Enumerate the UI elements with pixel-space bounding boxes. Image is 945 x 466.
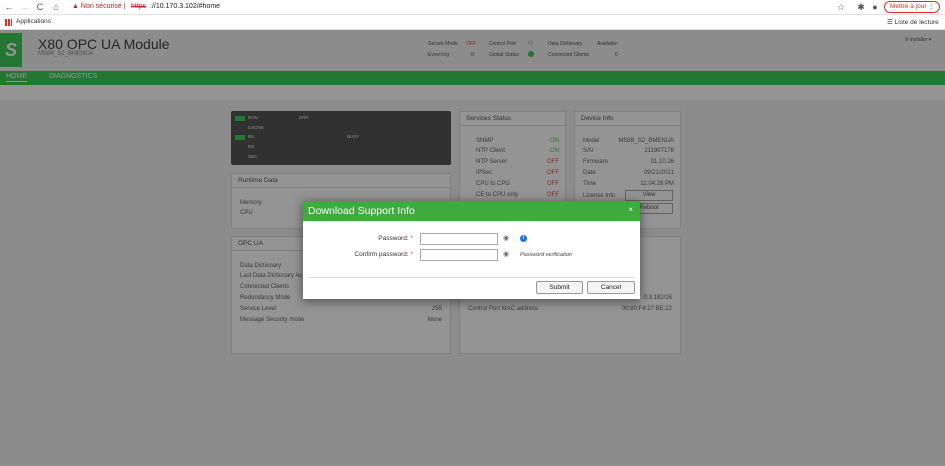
back-icon[interactable]: ← [4,2,14,12]
submit-button[interactable]: Submit [536,281,583,294]
bookmark-applications[interactable]: Applications [16,18,51,25]
dialog-header: Download Support Info × [303,201,640,221]
reload-icon[interactable]: C [35,2,45,12]
required-mark: * [410,235,413,242]
confirm-password-label: Confirm password: * [303,251,413,258]
update-button-label: Mettre à jour [890,3,927,10]
star-icon[interactable]: ☆ [836,2,846,12]
update-button[interactable]: Mettre à jour ⋮ [884,1,940,13]
dialog-divider [308,277,635,278]
security-warning-text: Non sécurisé [80,3,122,10]
warning-icon: ▲ [72,3,79,10]
show-confirm-eye-icon[interactable]: ◉ [503,250,509,258]
dialog-title: Download Support Info [308,205,415,217]
password-input[interactable] [420,233,498,245]
reading-list-label: Liste de lecture [894,19,939,26]
reading-list-icon: ☰ [887,19,893,26]
confirm-password-input[interactable] [420,249,498,261]
close-icon[interactable]: × [628,205,633,214]
password-label-text: Password: [378,235,409,242]
download-support-dialog: Download Support Info × Password: * ◉ i … [303,201,640,299]
home-icon[interactable]: ⌂ [51,2,61,12]
extensions-icon[interactable]: ✱ [856,2,866,12]
password-label: Password: * [303,235,413,242]
cancel-button[interactable]: Cancel [587,281,635,294]
info-icon[interactable]: i [520,235,527,242]
required-mark: * [410,251,413,258]
security-warning[interactable]: ▲ Non sécurisé | [72,2,126,12]
forward-icon[interactable]: → [19,2,29,12]
profile-icon[interactable]: ● [870,2,880,12]
password-verification-hint: Password verification [520,252,572,258]
show-password-eye-icon[interactable]: ◉ [503,234,509,242]
reading-list[interactable]: ☰ Liste de lecture [887,18,939,26]
url-address[interactable]: ://10.170.3.102/#home [150,2,220,12]
url-scheme[interactable]: https [131,2,146,12]
bookmarks-bar [0,15,945,30]
apps-grid-icon[interactable] [5,19,12,26]
confirm-label-text: Confirm password: [354,251,409,258]
